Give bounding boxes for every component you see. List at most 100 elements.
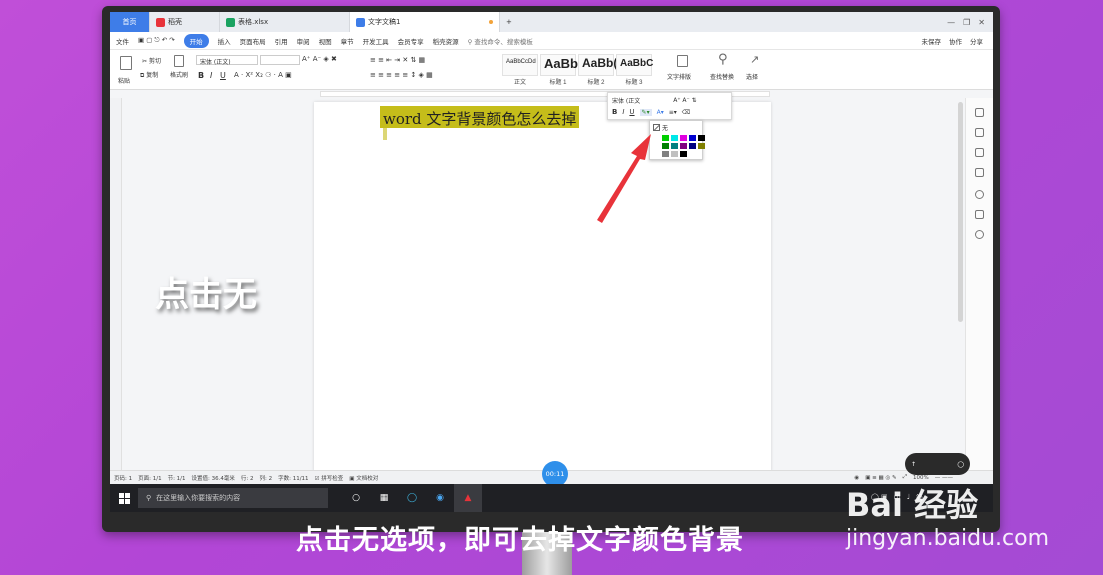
style-heading3[interactable]: AaBbC 标题 3 [616,54,653,86]
mini-underline-button[interactable]: U [629,108,634,116]
color-swatch[interactable] [698,135,705,141]
select-icon[interactable] [975,148,984,157]
menu-member[interactable]: 会员专享 [398,36,424,46]
color-swatch[interactable] [671,135,678,141]
mini-font-adjust[interactable]: A⁺ A⁻ ⇅ [673,97,696,104]
help-icon[interactable] [975,190,984,199]
underline-button[interactable]: U [220,71,226,80]
italic-button[interactable]: I [210,71,212,80]
text-layout-label[interactable]: 文字排版 [667,72,691,81]
collab-button[interactable]: 协作 [949,36,962,46]
taskbar-search[interactable]: ⚲ 在这里输入你要搜索的内容 [138,488,328,508]
eraser-icon[interactable]: ⌫ [682,109,690,116]
list-buttons[interactable]: ≡ ≡ ⇤ ⇥ ✕ ⇅ ▦ [370,56,425,64]
share-button[interactable]: 分享 [970,36,983,46]
close-icon[interactable]: ✕ [978,18,985,27]
select-label[interactable]: 选择 [746,72,758,81]
status-words[interactable]: 字数: 11/11 [278,474,308,482]
status-col: 列: 2 [259,475,273,482]
tab-document[interactable]: 文字文稿1 [350,12,500,32]
copy-button[interactable]: ⧉ 复制 [140,70,158,80]
paste-label[interactable]: 粘贴 [118,76,130,85]
floating-widget[interactable]: ↑ ◯ [905,453,970,475]
color-swatch[interactable] [662,143,669,149]
cut-button[interactable]: ✂ 剪切 [142,56,161,65]
menu-docer[interactable]: 稻壳资源 [433,36,459,46]
quick-access-icons[interactable]: ▣ ▢ ⎋ ↶ ↷ [138,36,175,45]
color-swatch[interactable] [662,151,669,157]
font-size-adjust[interactable]: A⁺ A⁻ ◈ ✖ [302,55,337,63]
color-swatch[interactable] [680,151,687,157]
wps-icon[interactable]: ▲ [454,484,482,512]
minimize-icon[interactable]: — [947,18,955,27]
align-buttons[interactable]: ≡ ≡ ≡ ≡ ≡ ↕ ◈ ▦ [370,71,433,79]
new-tab-button[interactable]: + [500,12,518,32]
bold-button[interactable]: B [198,71,204,80]
adjust-icon[interactable] [975,168,984,177]
color-swatch[interactable] [662,135,669,141]
windows-start-button[interactable] [110,484,138,512]
style-pane-icon[interactable] [975,108,984,117]
task-view-icon[interactable]: ○ [342,484,370,512]
proofread-button[interactable]: ▣ 文档校对 [349,474,378,482]
horizontal-ruler[interactable] [110,90,993,98]
font-size-select[interactable] [260,55,300,65]
pen-icon[interactable] [975,128,984,137]
spell-check-button[interactable]: ☑ 拼写检查 [315,474,344,482]
find-icon[interactable]: ⚲ [718,52,728,67]
highlighted-text[interactable]: word 文字背景颜色怎么去掉 [380,106,580,128]
location-icon[interactable] [975,230,984,239]
find-replace-label[interactable]: 查找替换 [710,72,734,81]
mini-italic-button[interactable]: I [622,108,624,116]
color-swatch[interactable] [689,135,696,141]
document-icon [356,17,365,27]
screen: 首页 稻壳 表格.xlsx 文字文稿1 + — ❐ ✕ 文件 ▣ ▢ ⎋ ↶ ↷… [110,12,993,512]
color-swatch[interactable] [680,143,687,149]
text-effects[interactable]: A · X² X₂ ⚆ ⋅ A ▣ [234,71,292,79]
paragraph-icon[interactable]: ≡▾ [669,109,677,116]
menu-references[interactable]: 引用 [275,36,288,46]
color-swatch[interactable] [671,143,678,149]
color-swatch[interactable] [698,143,705,149]
unsaved-button[interactable]: 未保存 [922,36,942,46]
text-cursor [383,128,387,140]
format-painter-label[interactable]: 格式刷 [170,70,188,79]
paste-icon[interactable] [120,56,132,70]
font-family-select[interactable]: 宋体 (正文) [196,55,258,66]
backup-icon[interactable] [975,210,984,219]
text-layout-icon[interactable] [677,55,688,67]
menu-start[interactable]: 开始 [183,33,209,48]
menu-page-layout[interactable]: 页面布局 [240,36,266,46]
menu-developer[interactable]: 开发工具 [363,36,389,46]
style-heading2[interactable]: AaBb( 标题 2 [578,54,617,86]
tab-docer[interactable]: 稻壳 [150,12,220,32]
menu-insert[interactable]: 插入 [218,36,231,46]
select-cursor-icon[interactable]: ↗ [750,53,759,66]
color-swatch[interactable] [689,143,696,149]
style-heading1[interactable]: AaBb 标题 1 [540,54,578,86]
mini-font-select[interactable]: 宋体 (正文 [612,96,640,105]
menu-section[interactable]: 章节 [341,36,354,46]
command-search[interactable]: ⚲ 查找命令、搜索模板 [468,36,533,46]
restore-icon[interactable]: ❐ [963,18,970,27]
unsaved-dot [489,20,493,24]
format-painter-icon[interactable] [174,55,184,67]
vertical-ruler[interactable] [110,98,122,470]
highlight-color-icon[interactable]: ✎▾ [639,108,652,116]
edge-icon[interactable]: ◯ [398,484,426,512]
menu-review[interactable]: 审阅 [297,36,310,46]
menu-view[interactable]: 视图 [319,36,332,46]
tab-spreadsheet[interactable]: 表格.xlsx [220,12,350,32]
font-color-icon[interactable]: A▾ [657,109,664,116]
color-swatch[interactable] [680,135,687,141]
color-swatch[interactable] [671,151,678,157]
video-caption: 点击无选项，即可去掉文字颜色背景 [296,525,744,556]
mini-bold-button[interactable]: B [612,108,617,116]
no-color-option[interactable]: 无 [653,123,668,132]
sogou-icon[interactable]: ◉ [426,484,454,512]
menu-file[interactable]: 文件 [116,36,129,46]
taskbar-app-icon[interactable]: ▦ [370,484,398,512]
vertical-scrollbar[interactable] [958,102,963,322]
tab-home[interactable]: 首页 [110,12,150,32]
style-normal[interactable]: AaBbCcDd 正文 [502,54,538,86]
